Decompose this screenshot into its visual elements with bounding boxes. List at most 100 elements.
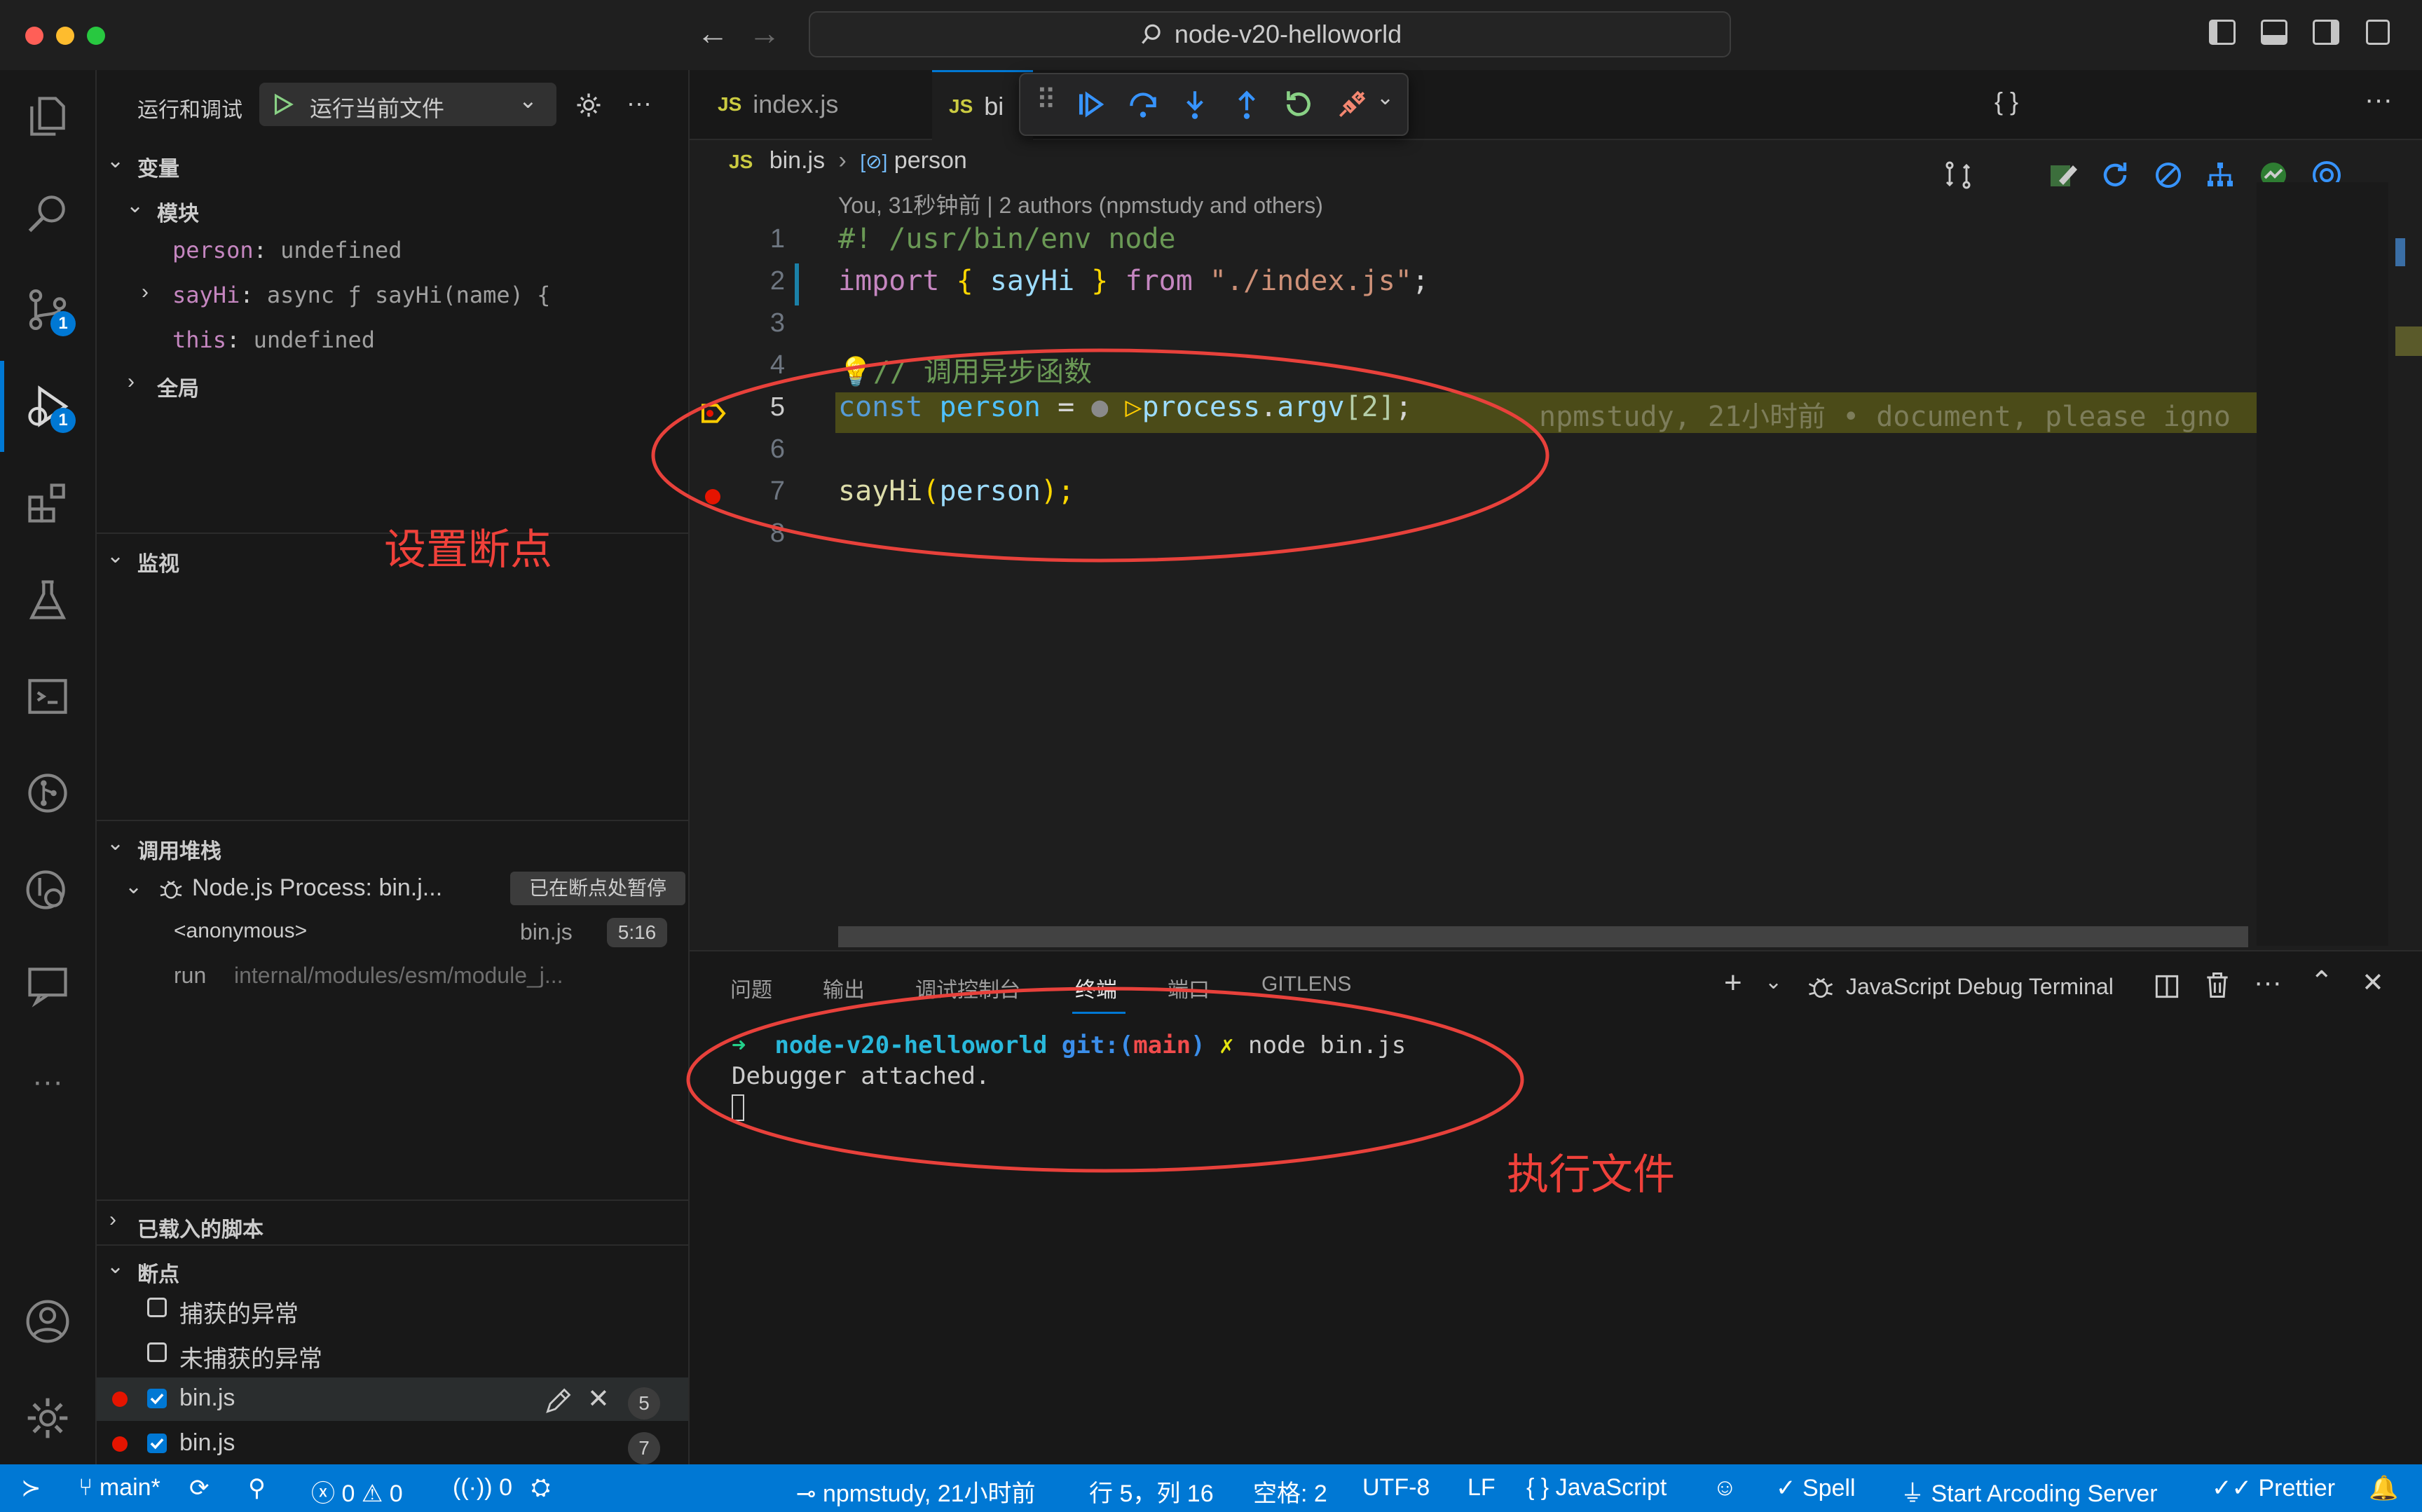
accounts-icon[interactable] bbox=[20, 1293, 76, 1349]
problems-status[interactable]: ⓧ 0 ⚠ 0 bbox=[311, 1474, 403, 1508]
chevron-down-icon[interactable]: ⌄ bbox=[107, 1254, 124, 1279]
module-scope-label[interactable]: 模块 bbox=[157, 196, 199, 227]
chevron-down-icon[interactable]: ⌄ bbox=[1765, 970, 1782, 994]
call-stack-section-title[interactable]: 调用堆栈 bbox=[137, 834, 221, 865]
step-into-icon[interactable] bbox=[1177, 87, 1212, 122]
remove-breakpoint-close-icon[interactable]: ✕ bbox=[587, 1383, 610, 1415]
edit-pencil-icon[interactable] bbox=[542, 1386, 573, 1417]
debug-process-name[interactable]: Node.js Process: bin.j... bbox=[192, 874, 442, 902]
tab-bin-js[interactable]: JS bi bbox=[932, 70, 1033, 141]
chevron-down-icon[interactable]: ⌄ bbox=[107, 831, 124, 855]
start-debug-play-icon[interactable] bbox=[269, 91, 296, 118]
terminal-name[interactable]: JavaScript Debug Terminal bbox=[1846, 974, 2114, 1000]
zoom-window-button[interactable] bbox=[87, 27, 105, 45]
explorer-icon[interactable] bbox=[20, 88, 76, 144]
split-terminal-icon[interactable] bbox=[2151, 971, 2182, 1002]
chevron-down-icon[interactable]: ⌄ bbox=[126, 193, 144, 218]
disconnect-icon[interactable] bbox=[1334, 87, 1369, 122]
new-terminal-plus-icon[interactable]: + bbox=[1724, 965, 1742, 1001]
remote-indicator-icon[interactable]: ≻ bbox=[21, 1474, 41, 1502]
tab-index-js[interactable]: JS index.js bbox=[718, 70, 900, 139]
codelens-blame[interactable]: You, 31秒钟前 | 2 authors (npmstudy and oth… bbox=[838, 188, 1323, 220]
prettier-status[interactable]: ✓✓ Prettier bbox=[2212, 1474, 2335, 1502]
toggle-panel-icon[interactable] bbox=[2261, 20, 2287, 45]
cursor-position[interactable]: 行 5，列 16 bbox=[1089, 1474, 1214, 1508]
source-control-icon[interactable]: 1 bbox=[20, 282, 76, 338]
toggle-secondary-sidebar-icon[interactable] bbox=[2313, 20, 2339, 45]
chevron-down-icon[interactable]: ⌄ bbox=[1376, 85, 1394, 110]
continue-icon[interactable] bbox=[1072, 87, 1107, 122]
launch-settings-gear-icon[interactable] bbox=[573, 90, 604, 121]
loaded-scripts-section-title[interactable]: 已载入的脚本 bbox=[137, 1212, 264, 1243]
chevron-down-icon[interactable]: ⌄ bbox=[107, 544, 124, 568]
inline-blame[interactable]: npmstudy, 21小时前 • document, please igno bbox=[1539, 394, 2231, 434]
toggle-primary-sidebar-icon[interactable] bbox=[2209, 20, 2236, 45]
run-debug-icon[interactable]: 1 bbox=[20, 378, 76, 434]
uncaught-exceptions-checkbox[interactable] bbox=[147, 1342, 167, 1362]
customize-layout-icon[interactable] bbox=[2366, 20, 2390, 45]
close-panel-icon[interactable]: ✕ bbox=[2362, 967, 2384, 998]
command-center-search[interactable]: node-v20-helloworld bbox=[809, 11, 1731, 57]
breadcrumb-file[interactable]: bin.js bbox=[769, 147, 825, 174]
breakpoint-enabled-checkbox[interactable] bbox=[147, 1389, 167, 1408]
sync-icon[interactable]: ⟳ bbox=[189, 1474, 210, 1502]
chevron-down-icon[interactable]: ⌄ bbox=[125, 874, 142, 899]
variable-this[interactable]: this: undefined bbox=[172, 327, 375, 353]
code-line-2[interactable]: import { sayHi } from "./index.js"; bbox=[838, 265, 1429, 297]
close-window-button[interactable] bbox=[25, 27, 43, 45]
code-line-1[interactable]: #! /usr/bin/env node bbox=[838, 223, 1176, 255]
chevron-right-icon[interactable]: › bbox=[128, 370, 135, 394]
chevron-down-icon[interactable]: ⌄ bbox=[107, 149, 124, 173]
testing-flask-icon[interactable] bbox=[20, 572, 76, 628]
step-over-icon[interactable] bbox=[1126, 87, 1161, 122]
watch-section-title[interactable]: 监视 bbox=[137, 547, 179, 577]
more-views-icon[interactable]: ··· bbox=[20, 1054, 76, 1110]
braces-icon[interactable]: { } bbox=[1995, 87, 2018, 116]
spell-status[interactable]: ✓ Spell bbox=[1776, 1474, 1856, 1502]
editor-more-actions-icon[interactable]: ··· bbox=[2365, 84, 2393, 116]
gitlens-inspect-icon[interactable] bbox=[20, 862, 76, 918]
settings-gear-icon[interactable] bbox=[20, 1390, 76, 1446]
maximize-panel-chevron-up-icon[interactable]: ⌃ bbox=[2310, 965, 2334, 998]
panel-more-actions-icon[interactable]: ··· bbox=[2254, 967, 2282, 998]
variable-person[interactable]: person: undefined bbox=[172, 237, 402, 263]
debug-status-icon[interactable]: ⛭ bbox=[531, 1474, 550, 1501]
trash-icon[interactable] bbox=[2202, 970, 2233, 1001]
minimize-window-button[interactable] bbox=[56, 27, 74, 45]
arcoding-status[interactable]: ⏚ Start Arcoding Server bbox=[1901, 1474, 2158, 1508]
breadcrumb-symbol[interactable]: person bbox=[894, 147, 967, 174]
indentation[interactable]: 空格: 2 bbox=[1253, 1474, 1327, 1508]
language-mode[interactable]: { } JavaScript bbox=[1526, 1474, 1667, 1501]
hierarchy-icon[interactable] bbox=[2203, 158, 2237, 192]
refresh-icon[interactable] bbox=[2098, 158, 2132, 192]
variables-section-title[interactable]: 变量 bbox=[137, 151, 179, 182]
drag-handle-icon[interactable]: ⠿ bbox=[1036, 84, 1056, 116]
horizontal-scrollbar[interactable] bbox=[838, 926, 2248, 947]
more-actions-icon[interactable]: ··· bbox=[627, 88, 652, 118]
minimap[interactable] bbox=[2257, 182, 2388, 946]
notifications-bell-icon[interactable]: 🔔 bbox=[2369, 1474, 2398, 1502]
remote-terminal-icon[interactable] bbox=[20, 668, 76, 724]
copilot-icon[interactable]: ☺ bbox=[1713, 1474, 1737, 1501]
end-of-line[interactable]: LF bbox=[1467, 1474, 1496, 1501]
blame-status[interactable]: ⊸ npmstudy, 21小时前 bbox=[796, 1474, 1036, 1508]
chevron-right-icon[interactable]: › bbox=[142, 280, 149, 304]
comments-icon[interactable] bbox=[20, 957, 76, 1013]
encoding[interactable]: UTF-8 bbox=[1362, 1474, 1430, 1501]
toggle-breakpoints-icon[interactable] bbox=[2151, 158, 2185, 192]
edit-notes-icon[interactable] bbox=[2046, 158, 2080, 192]
search-icon[interactable] bbox=[20, 185, 76, 241]
global-scope-label[interactable]: 全局 bbox=[157, 371, 199, 402]
breakpoints-section-title[interactable]: 断点 bbox=[137, 1257, 179, 1288]
variable-sayhi[interactable]: sayHi: async ƒ sayHi(name) { bbox=[172, 282, 550, 308]
git-graph-icon[interactable]: ⚲ bbox=[248, 1474, 266, 1502]
extensions-icon[interactable] bbox=[20, 475, 76, 531]
step-out-icon[interactable] bbox=[1229, 87, 1264, 122]
forward-arrow-icon[interactable]: → bbox=[748, 14, 781, 52]
back-arrow-icon[interactable]: ← bbox=[697, 14, 729, 52]
chevron-right-icon[interactable]: › bbox=[109, 1208, 116, 1232]
caught-exceptions-checkbox[interactable] bbox=[147, 1298, 167, 1317]
gitlens-icon[interactable] bbox=[20, 765, 76, 821]
ports-status[interactable]: ((·)) 0 bbox=[453, 1474, 512, 1501]
launch-config-select[interactable]: 运行当前文件 ⌄ bbox=[259, 83, 556, 126]
